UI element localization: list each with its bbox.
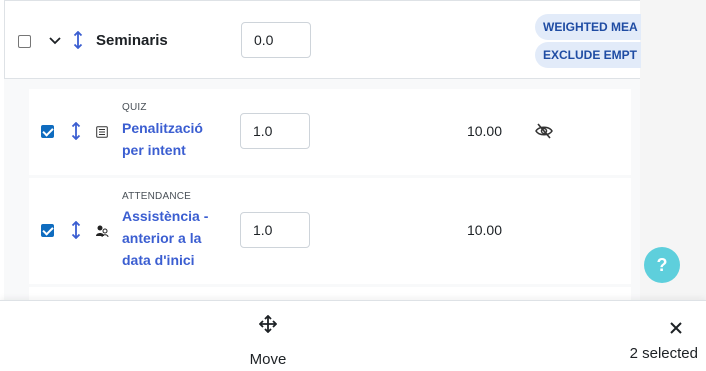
item-name-line: Penalització [122,120,203,136]
quiz-icon [96,126,108,138]
max-grade-value: 10.00 [466,222,502,238]
chevron-down-icon[interactable] [49,37,61,45]
close-icon[interactable] [668,320,684,336]
item-name-line: Assistència - [122,208,209,224]
grade-item-row: ATTENDANCE Assistència - anterior a la d… [29,178,631,284]
item-select-checkbox[interactable] [41,224,54,237]
move-arrows-icon [259,315,277,333]
item-name-line: data d'inici [122,252,195,268]
grade-item-row [29,287,631,300]
item-name-line: per intent [122,142,186,158]
selected-count: 2 selected [629,345,698,362]
eye-slash-icon[interactable] [535,123,553,139]
bulk-actions-footer: Move 2 selected [0,300,706,371]
item-name-line: anterior a la [122,230,202,246]
grade-item-link[interactable]: Penalització per intent [122,117,203,161]
exclude-empty-badge: EXCLUDE EMPT [535,42,641,68]
item-weight-input[interactable]: 1.0 [240,212,310,248]
category-name: Seminaris [96,32,168,49]
category-select-checkbox[interactable] [18,35,31,48]
grade-item-row: QUIZ Penalització per intent 1.0 10.00 [29,89,631,175]
drag-handle-icon[interactable] [71,221,81,239]
grade-item-link[interactable]: Assistència - anterior a la data d'inici [122,205,208,271]
aggregation-badge: WEIGHTED MEA [535,14,641,40]
drag-handle-icon[interactable] [71,122,81,140]
help-button[interactable]: ? [644,247,680,283]
category-row: Seminaris 0.0 WEIGHTED MEA EXCLUDE EMPT [4,0,641,79]
item-weight-input[interactable]: 1.0 [240,113,310,149]
module-type-label: QUIZ [122,102,147,113]
attendance-icon [96,225,109,238]
module-type-label: ATTENDANCE [122,191,192,202]
move-label: Move [249,351,287,368]
move-button[interactable]: Move [238,311,298,368]
max-grade-value: 10.00 [466,123,502,139]
drag-handle-icon[interactable] [73,31,83,49]
item-select-checkbox[interactable] [41,125,54,138]
category-weight-input[interactable]: 0.0 [241,22,311,58]
